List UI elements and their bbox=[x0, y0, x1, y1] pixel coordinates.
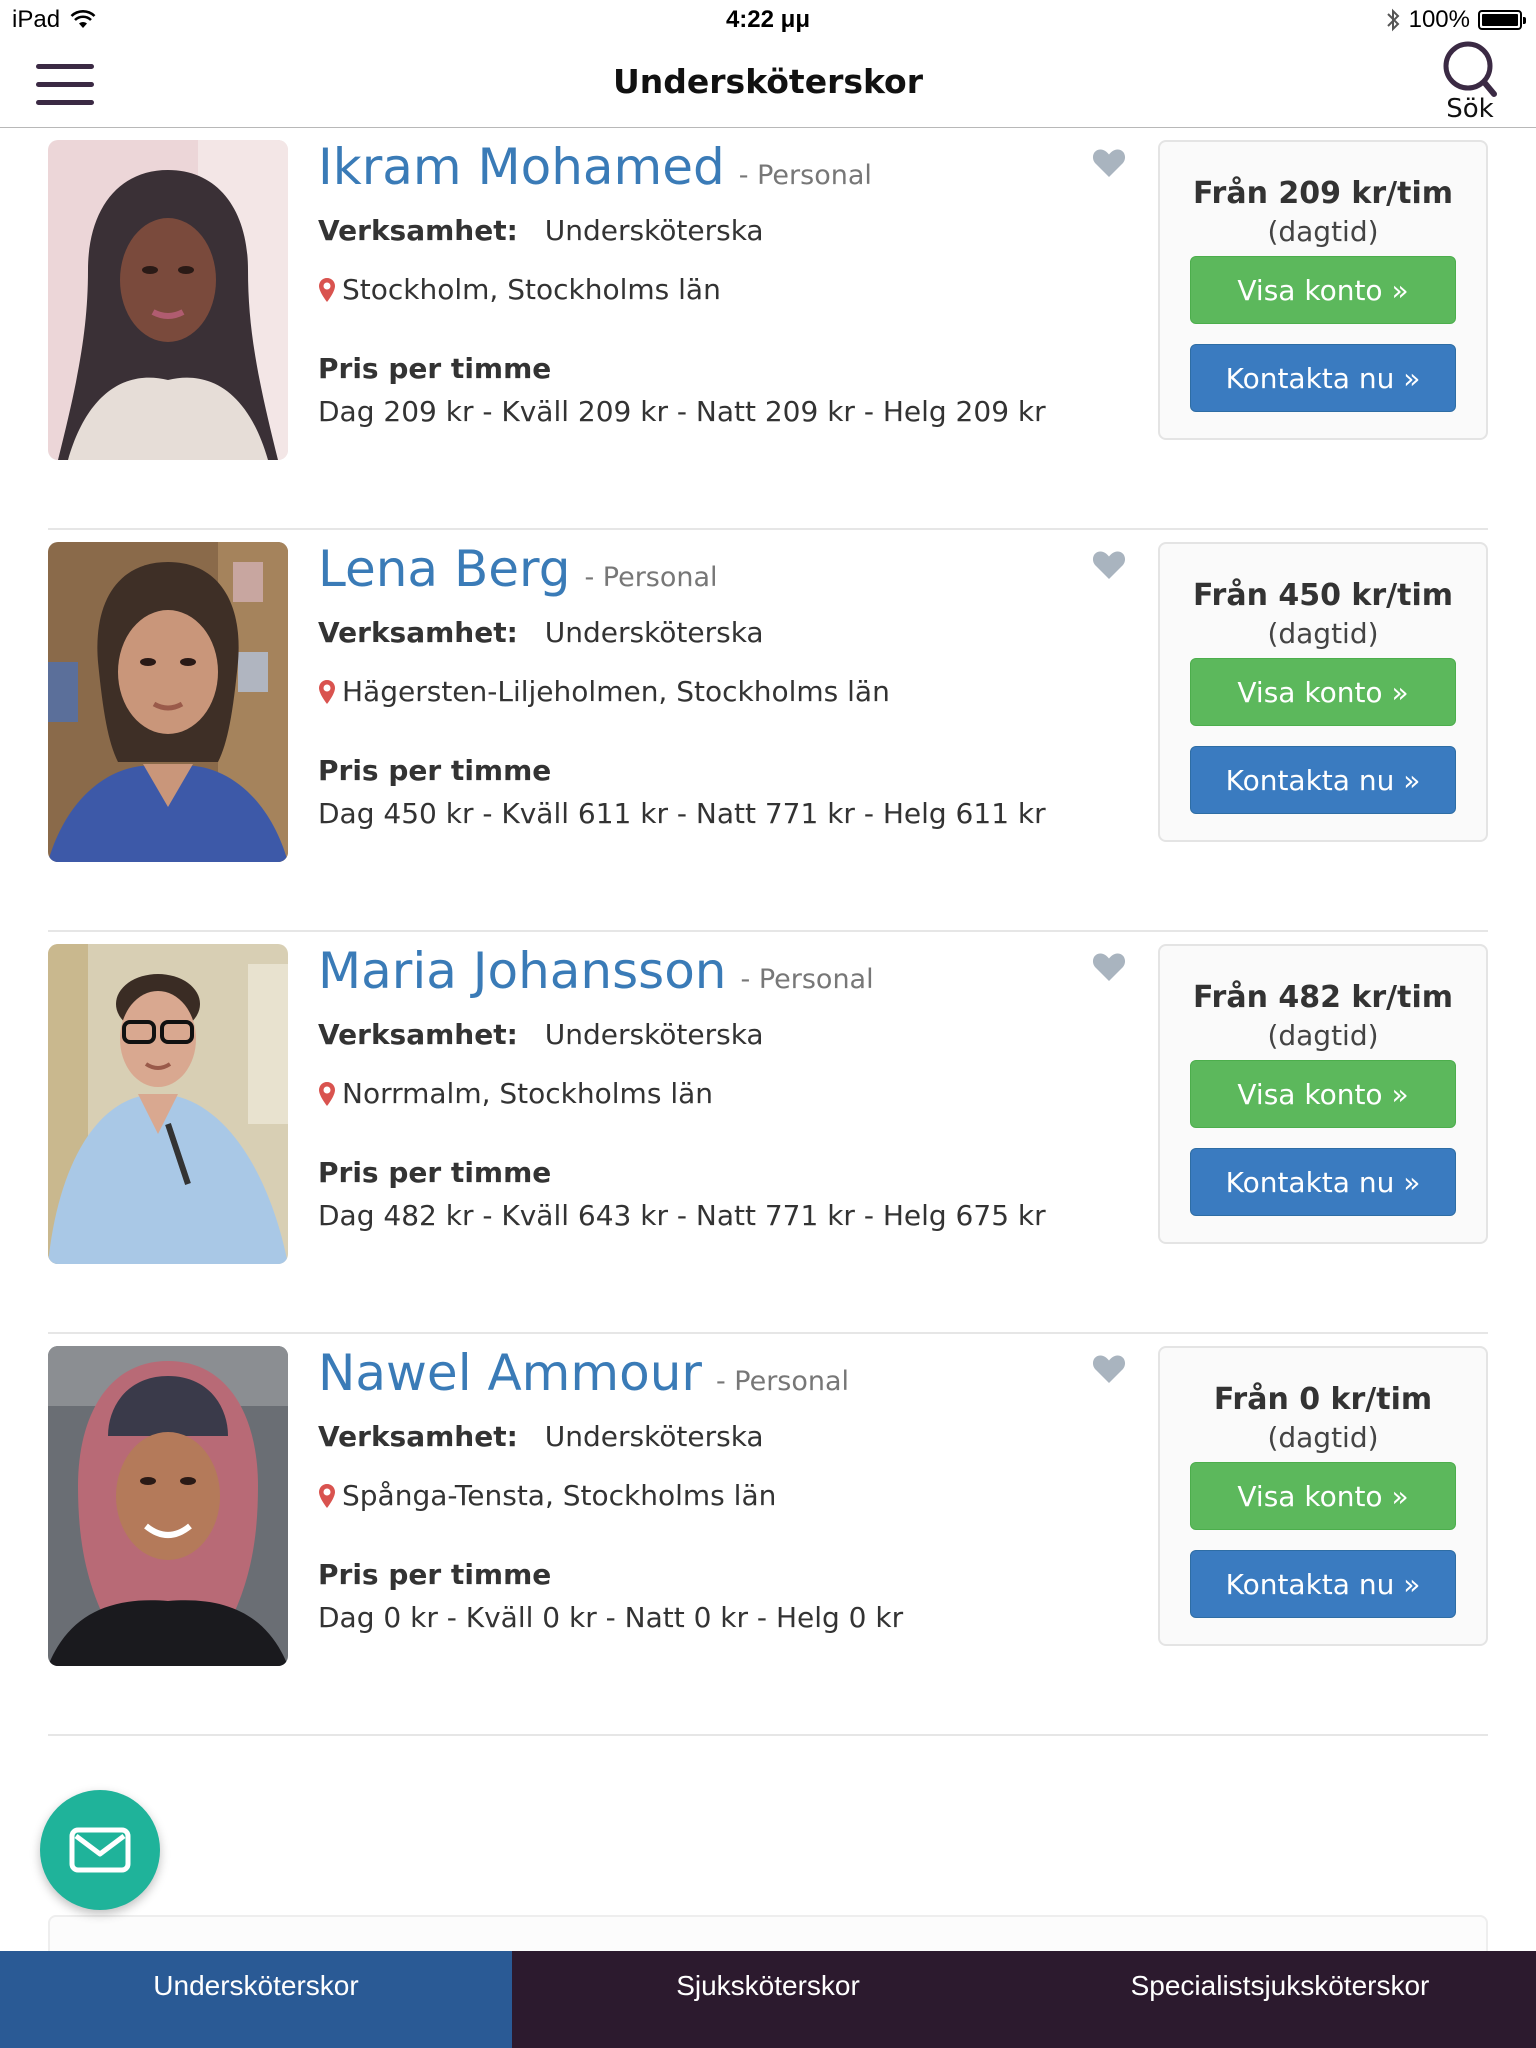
contact-now-button[interactable]: Kontakta nu » bbox=[1190, 1148, 1456, 1216]
occupation-label: Verksamhet: bbox=[318, 214, 518, 247]
from-price: Från 209 kr/tim bbox=[1192, 176, 1454, 211]
list-item: Ikram Mohamed - Personal Verksamhet: Und… bbox=[48, 128, 1488, 530]
profile-photo[interactable] bbox=[48, 140, 288, 460]
occupation-row: Verksamhet: Undersköterska bbox=[318, 214, 1118, 247]
price-box: Från 209 kr/tim (dagtid) Visa konto » Ko… bbox=[1158, 140, 1488, 440]
caregiver-list: Ikram Mohamed - Personal Verksamhet: Und… bbox=[48, 128, 1488, 1736]
role-tag: - Personal bbox=[738, 160, 872, 191]
price-box: Från 450 kr/tim (dagtid) Visa konto » Ko… bbox=[1158, 542, 1488, 842]
view-account-button[interactable]: Visa konto » bbox=[1190, 1060, 1456, 1128]
mail-icon bbox=[69, 1827, 131, 1873]
occupation-value: Undersköterska bbox=[544, 214, 764, 247]
location-row: Hägersten-Liljeholmen, Stockholms län bbox=[318, 675, 1118, 708]
battery-icon bbox=[1478, 10, 1526, 30]
price-line: Dag 450 kr - Kväll 611 kr - Natt 771 kr … bbox=[318, 797, 1046, 830]
from-price-sub: (dagtid) bbox=[1267, 617, 1379, 650]
heart-icon[interactable] bbox=[1092, 550, 1126, 580]
occupation-value: Undersköterska bbox=[544, 1420, 764, 1453]
from-price: Från 482 kr/tim bbox=[1192, 980, 1454, 1015]
tab-underskoterskor[interactable]: Undersköterskor bbox=[0, 1951, 512, 2048]
from-price-sub: (dagtid) bbox=[1267, 215, 1379, 248]
caregiver-info: Nawel Ammour - Personal Verksamhet: Unde… bbox=[318, 1344, 1118, 1634]
view-account-button[interactable]: Visa konto » bbox=[1190, 658, 1456, 726]
price-line: Dag 482 kr - Kväll 643 kr - Natt 771 kr … bbox=[318, 1199, 1046, 1232]
occupation-label: Verksamhet: bbox=[318, 1018, 518, 1051]
caregiver-info: Lena Berg - Personal Verksamhet: Undersk… bbox=[318, 540, 1118, 830]
view-account-button[interactable]: Visa konto » bbox=[1190, 256, 1456, 324]
tab-sjukskoterskor[interactable]: Sjuksköterskor bbox=[512, 1951, 1024, 2048]
from-price: Från 0 kr/tim bbox=[1213, 1382, 1433, 1417]
occupation-value: Undersköterska bbox=[544, 1018, 764, 1051]
price-title: Pris per timme bbox=[318, 754, 552, 787]
occupation-label: Verksamhet: bbox=[318, 616, 518, 649]
heart-icon[interactable] bbox=[1092, 952, 1126, 982]
location-row: Stockholm, Stockholms län bbox=[318, 273, 1118, 306]
status-bar: iPad 4:22 μμ 100% bbox=[0, 0, 1536, 40]
price-title: Pris per timme bbox=[318, 1156, 552, 1189]
from-price-sub: (dagtid) bbox=[1267, 1019, 1379, 1052]
role-tag: - Personal bbox=[715, 1366, 850, 1397]
search-icon bbox=[1443, 41, 1497, 97]
occupation-row: Verksamhet: Undersköterska bbox=[318, 616, 1118, 649]
caregiver-info: Ikram Mohamed - Personal Verksamhet: Und… bbox=[318, 138, 1118, 428]
page-title: Undersköterskor bbox=[612, 62, 924, 101]
app-header: Undersköterskor Sök bbox=[0, 40, 1536, 128]
price-title: Pris per timme bbox=[318, 1558, 552, 1591]
caregiver-name-link[interactable]: Ikram Mohamed bbox=[318, 138, 725, 196]
price-box: Från 0 kr/tim (dagtid) Visa konto » Kont… bbox=[1158, 1346, 1488, 1646]
price-box: Från 482 kr/tim (dagtid) Visa konto » Ko… bbox=[1158, 944, 1488, 1244]
caregiver-info: Maria Johansson - Personal Verksamhet: U… bbox=[318, 942, 1118, 1232]
heart-icon[interactable] bbox=[1092, 148, 1126, 178]
battery-percent: 100% bbox=[1408, 6, 1470, 33]
occupation-label: Verksamhet: bbox=[318, 1420, 518, 1453]
occupation-value: Undersköterska bbox=[544, 616, 764, 649]
role-tag: - Personal bbox=[584, 562, 718, 593]
location-text: Stockholm, Stockholms län bbox=[342, 273, 721, 306]
bluetooth-icon bbox=[1386, 8, 1400, 32]
role-tag: - Personal bbox=[740, 964, 874, 995]
mail-button[interactable] bbox=[40, 1790, 160, 1910]
view-account-button[interactable]: Visa konto » bbox=[1190, 1462, 1456, 1530]
search-button[interactable]: Sök bbox=[1430, 40, 1510, 128]
price-line: Dag 0 kr - Kväll 0 kr - Natt 0 kr - Helg… bbox=[318, 1601, 904, 1634]
list-item: Maria Johansson - Personal Verksamhet: U… bbox=[48, 932, 1488, 1334]
list-item: Nawel Ammour - Personal Verksamhet: Unde… bbox=[48, 1334, 1488, 1736]
map-pin-icon bbox=[319, 1081, 335, 1106]
heart-icon[interactable] bbox=[1092, 1354, 1126, 1384]
bottom-tab-bar: Undersköterskor Sjuksköterskor Specialis… bbox=[0, 1951, 1536, 2048]
profile-photo[interactable] bbox=[48, 944, 288, 1264]
occupation-row: Verksamhet: Undersköterska bbox=[318, 1420, 1118, 1453]
location-row: Spånga-Tensta, Stockholms län bbox=[318, 1479, 1118, 1512]
location-text: Norrmalm, Stockholms län bbox=[342, 1077, 713, 1110]
tab-specialistsjukskoterskor[interactable]: Specialistsjuksköterskor bbox=[1024, 1951, 1536, 2048]
map-pin-icon bbox=[319, 679, 335, 704]
location-text: Hägersten-Liljeholmen, Stockholms län bbox=[342, 675, 890, 708]
contact-now-button[interactable]: Kontakta nu » bbox=[1190, 1550, 1456, 1618]
list-item: Lena Berg - Personal Verksamhet: Undersk… bbox=[48, 530, 1488, 932]
caregiver-name-link[interactable]: Maria Johansson bbox=[318, 942, 727, 1000]
location-row: Norrmalm, Stockholms län bbox=[318, 1077, 1118, 1110]
map-pin-icon bbox=[319, 277, 335, 302]
status-time: 4:22 μμ bbox=[725, 6, 811, 33]
profile-photo[interactable] bbox=[48, 1346, 288, 1666]
occupation-row: Verksamhet: Undersköterska bbox=[318, 1018, 1118, 1051]
status-right: 100% bbox=[1385, 6, 1526, 34]
contact-now-button[interactable]: Kontakta nu » bbox=[1190, 344, 1456, 412]
location-text: Spånga-Tensta, Stockholms län bbox=[342, 1479, 777, 1512]
caregiver-name-link[interactable]: Lena Berg bbox=[318, 540, 570, 598]
price-line: Dag 209 kr - Kväll 209 kr - Natt 209 kr … bbox=[318, 395, 1046, 428]
from-price-sub: (dagtid) bbox=[1267, 1421, 1379, 1454]
search-label: Sök bbox=[1446, 94, 1494, 124]
map-pin-icon bbox=[319, 1483, 335, 1508]
caregiver-name-link[interactable]: Nawel Ammour bbox=[318, 1344, 702, 1402]
price-title: Pris per timme bbox=[318, 352, 552, 385]
profile-photo[interactable] bbox=[48, 542, 288, 862]
from-price: Från 450 kr/tim bbox=[1192, 578, 1454, 613]
contact-now-button[interactable]: Kontakta nu » bbox=[1190, 746, 1456, 814]
